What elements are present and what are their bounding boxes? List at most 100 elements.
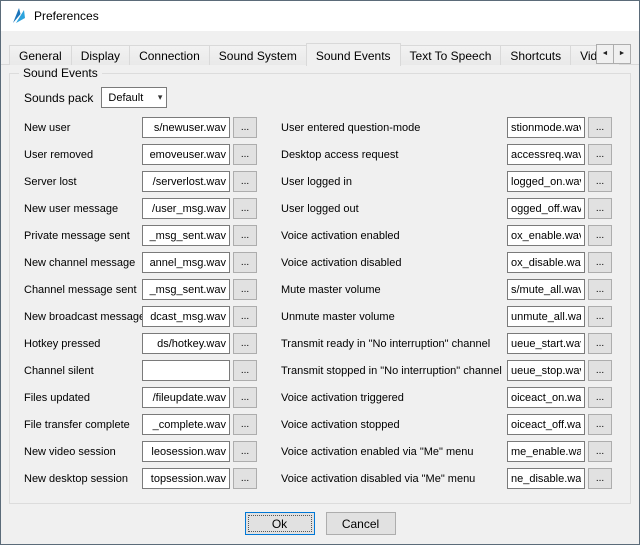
row-voice-activation-enabled: Voice activation enabled ... [281, 225, 612, 246]
sound-event-label: Voice activation disabled [281, 257, 507, 269]
sound-event-label: Private message sent [24, 230, 142, 242]
sound-file-input[interactable] [142, 468, 230, 489]
sound-file-input[interactable] [507, 279, 585, 300]
sound-file-input[interactable] [507, 387, 585, 408]
sound-file-input[interactable] [142, 414, 230, 435]
browse-button[interactable]: ... [588, 225, 612, 246]
sound-file-input[interactable] [507, 468, 585, 489]
browse-button[interactable]: ... [588, 279, 612, 300]
browse-button[interactable]: ... [233, 279, 257, 300]
row-user-logged-out: User logged out ... [281, 198, 612, 219]
row-files-updated: Files updated ... [24, 387, 257, 408]
sound-file-input[interactable] [142, 279, 230, 300]
row-new-channel-message: New channel message ... [24, 252, 257, 273]
sound-event-label: Channel silent [24, 365, 142, 377]
sound-file-input[interactable] [142, 171, 230, 192]
browse-button[interactable]: ... [233, 252, 257, 273]
browse-button[interactable]: ... [588, 441, 612, 462]
browse-button[interactable]: ... [588, 414, 612, 435]
sound-event-label: User logged in [281, 176, 507, 188]
sound-file-input[interactable] [507, 171, 585, 192]
browse-button[interactable]: ... [233, 387, 257, 408]
tab-general[interactable]: General [9, 45, 72, 65]
sound-file-input[interactable] [507, 225, 585, 246]
browse-button[interactable]: ... [233, 333, 257, 354]
browse-button[interactable]: ... [233, 441, 257, 462]
sound-event-label: Server lost [24, 176, 142, 188]
row-voice-activation-disabled: Voice activation disabled ... [281, 252, 612, 273]
sound-event-label: Transmit stopped in "No interruption" ch… [281, 365, 507, 377]
browse-button[interactable]: ... [588, 252, 612, 273]
row-desktop-access-request: Desktop access request ... [281, 144, 612, 165]
browse-button[interactable]: ... [233, 414, 257, 435]
browse-button[interactable]: ... [588, 198, 612, 219]
browse-button[interactable]: ... [233, 360, 257, 381]
browse-button[interactable]: ... [588, 333, 612, 354]
sound-file-input[interactable] [142, 387, 230, 408]
ok-button[interactable]: Ok [245, 512, 315, 535]
sound-event-label: New user [24, 122, 142, 134]
sound-file-input[interactable] [142, 144, 230, 165]
sound-file-input[interactable] [507, 117, 585, 138]
sound-file-input[interactable] [507, 252, 585, 273]
row-hotkey-pressed: Hotkey pressed ... [24, 333, 257, 354]
browse-button[interactable]: ... [233, 171, 257, 192]
browse-button[interactable]: ... [233, 468, 257, 489]
browse-button[interactable]: ... [233, 198, 257, 219]
browse-button[interactable]: ... [233, 225, 257, 246]
tab-bar: General Display Connection Sound System … [9, 42, 631, 65]
sounds-pack-value: Default [108, 92, 143, 104]
sound-file-input[interactable] [142, 198, 230, 219]
browse-button[interactable]: ... [233, 306, 257, 327]
sound-file-input[interactable] [142, 306, 230, 327]
browse-button[interactable]: ... [588, 171, 612, 192]
tab-display[interactable]: Display [71, 45, 130, 65]
tab-scroll-control: ◄ ► [596, 44, 631, 64]
sound-file-input[interactable] [142, 225, 230, 246]
row-user-entered-question-mode: User entered question-mode ... [281, 117, 612, 138]
dialog-buttons: Ok Cancel [9, 504, 631, 538]
sound-file-input[interactable] [507, 306, 585, 327]
tab-text-to-speech[interactable]: Text To Speech [400, 45, 502, 65]
sound-event-label: New desktop session [24, 473, 142, 485]
row-voice-activation-disabled-me-menu: Voice activation disabled via "Me" menu … [281, 468, 612, 489]
sound-file-input[interactable] [507, 441, 585, 462]
right-column: User entered question-mode ... Desktop a… [281, 117, 612, 495]
browse-button[interactable]: ... [588, 468, 612, 489]
tab-scroll-left-button[interactable]: ◄ [596, 44, 614, 64]
sound-file-input[interactable] [142, 441, 230, 462]
sound-file-input[interactable] [507, 360, 585, 381]
browse-button[interactable]: ... [233, 144, 257, 165]
sound-event-label: New user message [24, 203, 142, 215]
sound-file-input[interactable] [507, 333, 585, 354]
row-voice-activation-enabled-me-menu: Voice activation enabled via "Me" menu .… [281, 441, 612, 462]
row-new-broadcast-message: New broadcast message ... [24, 306, 257, 327]
browse-button[interactable]: ... [588, 360, 612, 381]
sound-event-label: New broadcast message [24, 311, 142, 323]
tab-sound-events[interactable]: Sound Events [306, 43, 401, 66]
browse-button[interactable]: ... [588, 117, 612, 138]
row-user-logged-in: User logged in ... [281, 171, 612, 192]
sound-file-input[interactable] [142, 117, 230, 138]
sound-file-input[interactable] [142, 252, 230, 273]
browse-button[interactable]: ... [588, 306, 612, 327]
browse-button[interactable]: ... [233, 117, 257, 138]
tab-shortcuts[interactable]: Shortcuts [500, 45, 571, 65]
cancel-button[interactable]: Cancel [326, 512, 396, 535]
chevron-down-icon: ▾ [158, 92, 163, 103]
row-voice-activation-triggered: Voice activation triggered ... [281, 387, 612, 408]
tab-scroll-right-button[interactable]: ► [613, 44, 631, 64]
sound-file-input[interactable] [507, 198, 585, 219]
browse-button[interactable]: ... [588, 387, 612, 408]
sounds-pack-select[interactable]: Default ▾ [101, 87, 167, 108]
tab-sound-system[interactable]: Sound System [209, 45, 307, 65]
sound-file-input[interactable] [507, 414, 585, 435]
tab-page-sound-events: Sound Events Sounds pack Default ▾ New u… [1, 64, 639, 544]
row-private-message-sent: Private message sent ... [24, 225, 257, 246]
sound-file-input[interactable] [142, 333, 230, 354]
tab-connection[interactable]: Connection [129, 45, 210, 65]
sound-event-label: Desktop access request [281, 149, 507, 161]
browse-button[interactable]: ... [588, 144, 612, 165]
sound-file-input[interactable] [507, 144, 585, 165]
sound-file-input[interactable] [142, 360, 230, 381]
